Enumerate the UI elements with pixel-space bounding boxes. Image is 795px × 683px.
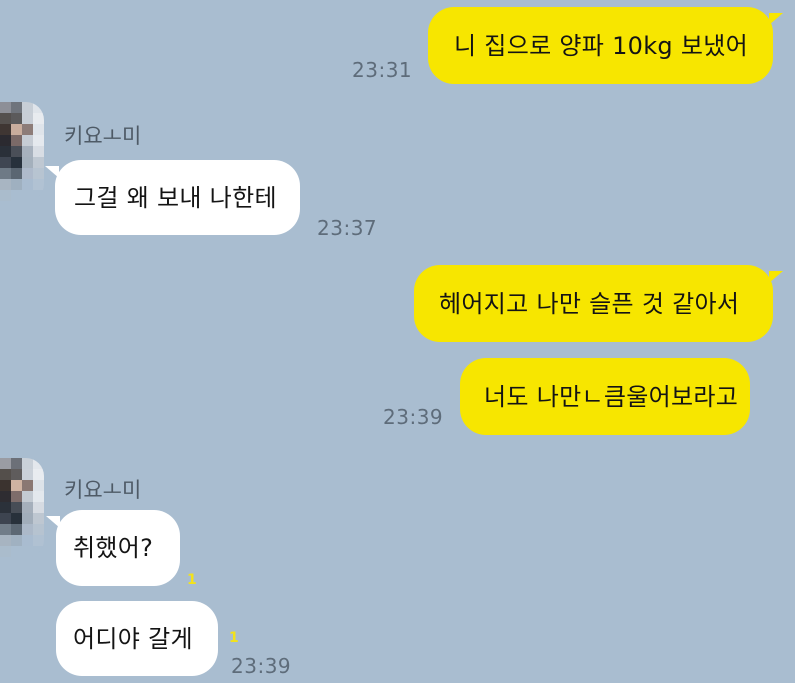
message-time: 23:39 bbox=[231, 654, 292, 678]
bubble-tail bbox=[769, 271, 783, 283]
their-message-bubble[interactable]: 그걸 왜 보내 나한테 bbox=[45, 160, 300, 235]
pixelated-avatar-icon[interactable] bbox=[0, 102, 44, 202]
bubble-tail bbox=[45, 166, 59, 178]
message-text: 그걸 왜 보내 나한테 bbox=[74, 183, 277, 212]
message-text: 니 집으로 양파 10kg 보냈어 bbox=[454, 31, 749, 60]
message-time: 23:37 bbox=[317, 216, 378, 240]
pixelated-avatar-icon[interactable] bbox=[0, 458, 44, 558]
unread-count: 1 bbox=[187, 572, 197, 588]
message-text: 헤어지고 나만 슬픈 것 같아서 bbox=[439, 289, 740, 318]
message-time: 23:31 bbox=[352, 58, 413, 82]
message-text: 취했어? bbox=[73, 534, 154, 562]
sender-name: 키요ㅗ미 bbox=[64, 478, 142, 502]
message-time: 23:39 bbox=[383, 405, 444, 429]
my-message-bubble[interactable]: 니 집으로 양파 10kg 보냈어 bbox=[428, 7, 783, 84]
their-message-bubble[interactable]: 취했어? bbox=[46, 510, 180, 586]
bubble-tail bbox=[46, 516, 60, 528]
message-text: 어디야 갈게 bbox=[73, 624, 193, 653]
bubble-tail bbox=[769, 13, 783, 25]
my-message-bubble[interactable]: 헤어지고 나만 슬픈 것 같아서 bbox=[414, 265, 783, 342]
message-text: 너도 나만ㄴ큼울어보라고 bbox=[484, 382, 739, 411]
chat-screen: 니 집으로 양파 10kg 보냈어 23:31 키요ㅗ미 그걸 왜 보내 나한테… bbox=[0, 0, 795, 683]
their-message-bubble[interactable]: 어디야 갈게 bbox=[56, 601, 218, 676]
my-message-bubble[interactable]: 너도 나만ㄴ큼울어보라고 bbox=[460, 358, 750, 435]
sender-name: 키요ㅗ미 bbox=[64, 124, 142, 148]
unread-count: 1 bbox=[229, 630, 239, 646]
